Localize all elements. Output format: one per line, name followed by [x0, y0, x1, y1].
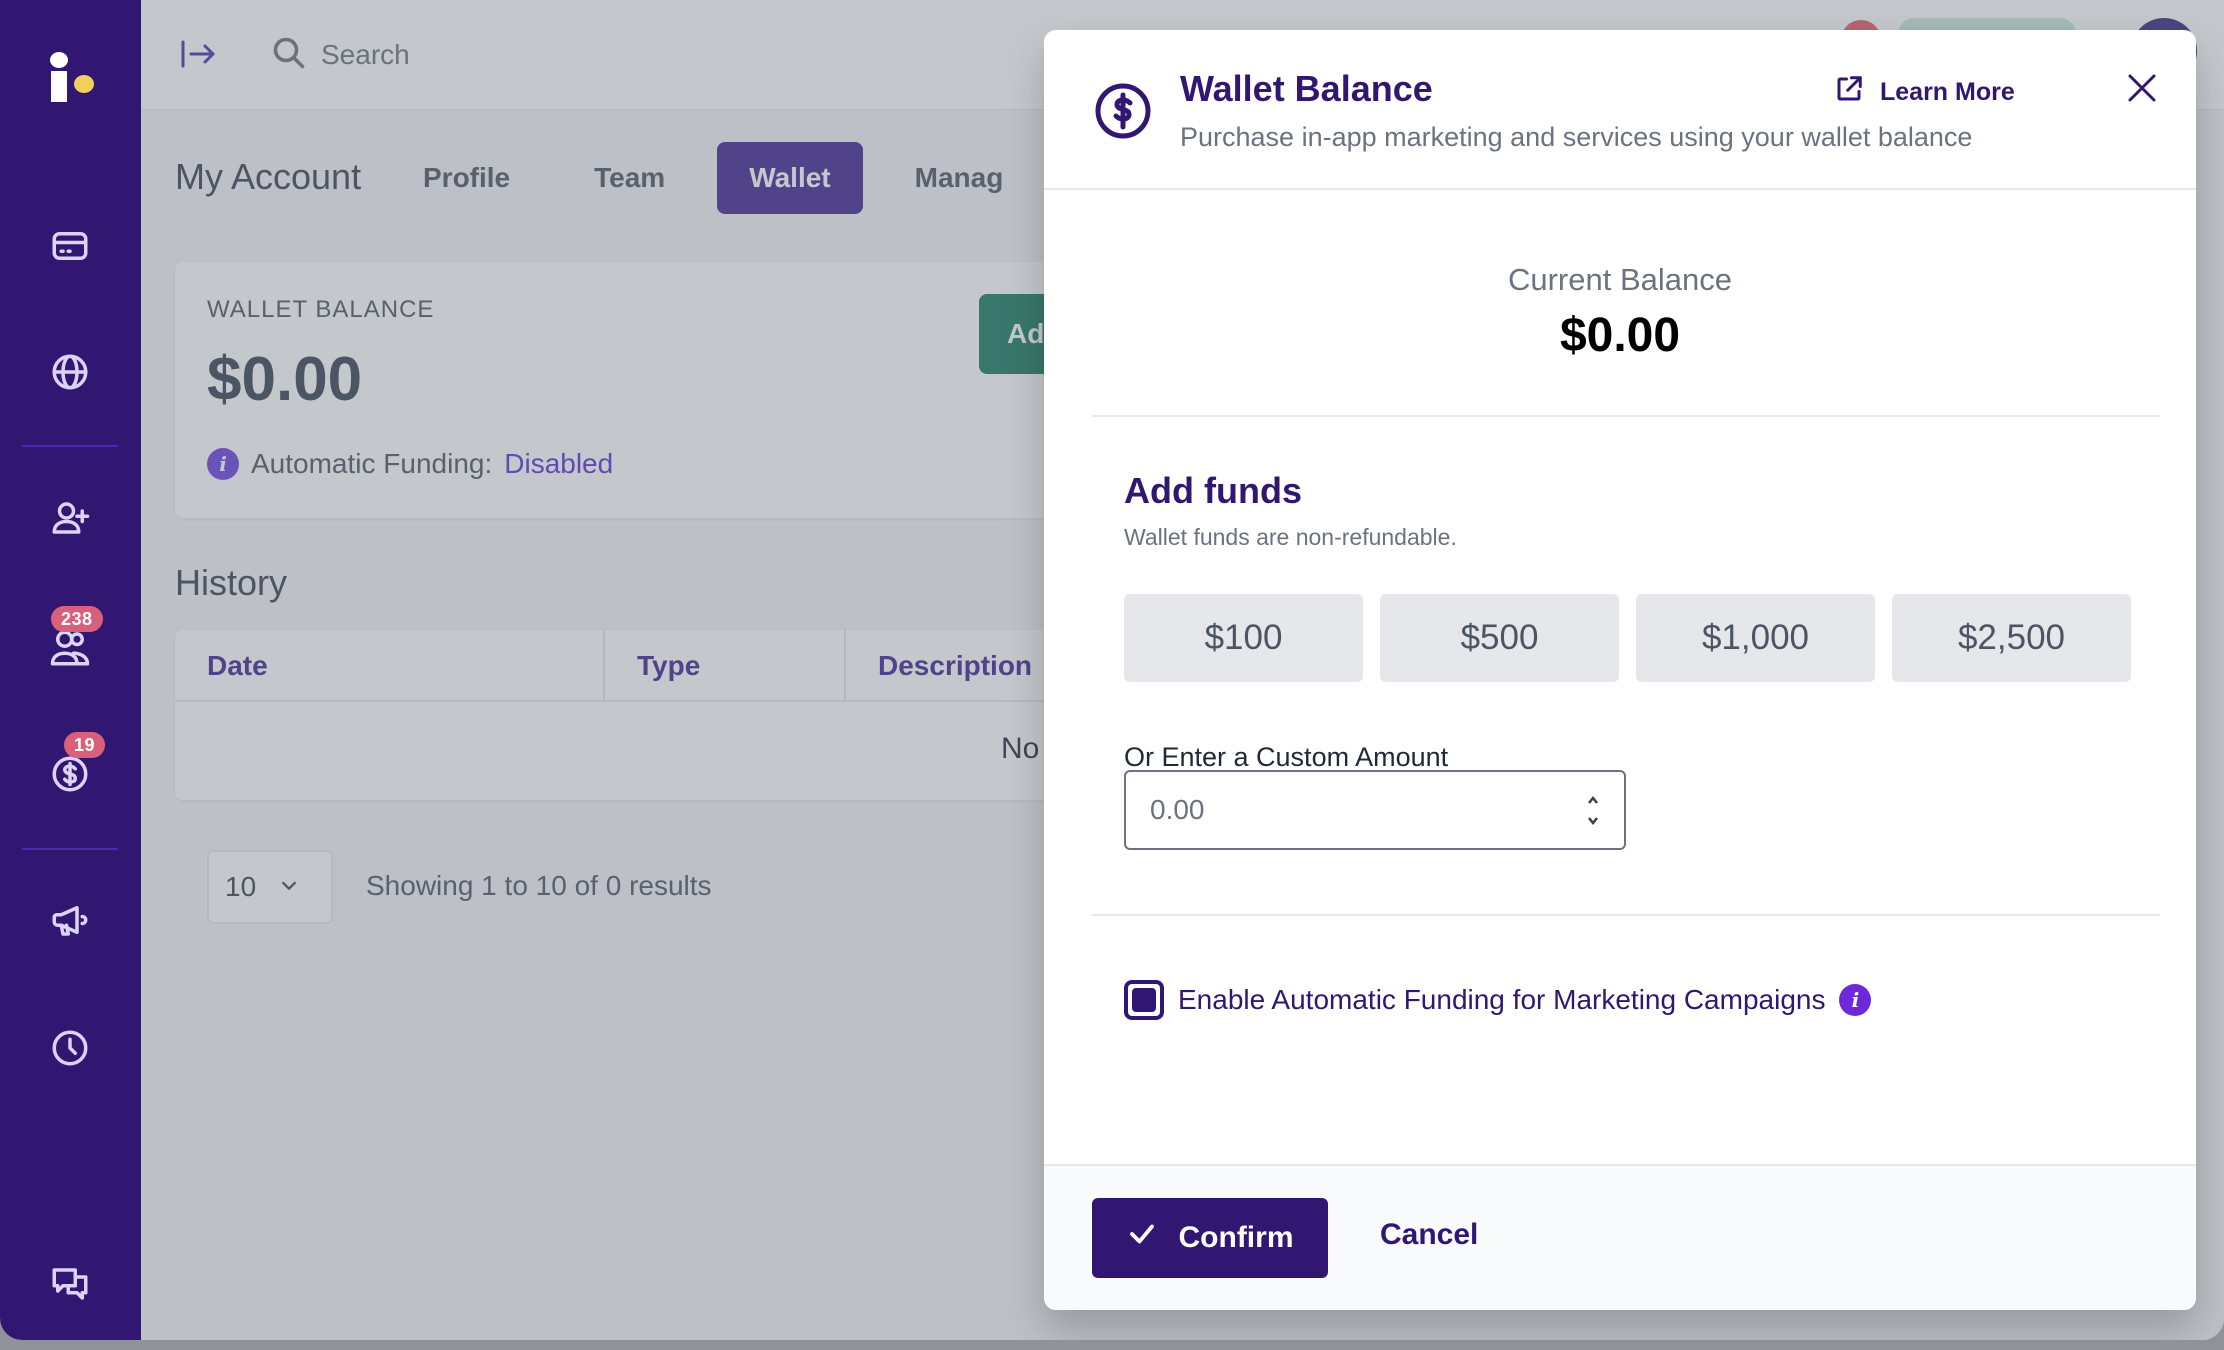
- cancel-button[interactable]: Cancel: [1380, 1218, 1478, 1252]
- sidebar-item-web[interactable]: [48, 352, 92, 396]
- sidebar-item-contacts[interactable]: [48, 628, 92, 672]
- payments-badge: 19: [64, 732, 106, 758]
- close-icon: [2124, 74, 2160, 110]
- sidebar-item-history[interactable]: [48, 1028, 92, 1072]
- custom-amount-input[interactable]: [1150, 794, 1550, 826]
- preset-1000-button[interactable]: $1,000: [1636, 594, 1875, 682]
- add-funds-title: Add funds: [1124, 470, 1302, 511]
- sidebar-divider: [22, 445, 118, 447]
- clock-icon: [49, 1027, 91, 1074]
- confirm-label: Confirm: [1178, 1221, 1294, 1254]
- wallet-balance-modal: Wallet Balance Purchase in-app marketing…: [1044, 30, 2196, 1310]
- logo[interactable]: [50, 52, 98, 116]
- preset-amounts: $100 $500 $1,000 $2,500: [1124, 594, 2131, 682]
- add-funds-note: Wallet funds are non-refundable.: [1124, 524, 1457, 550]
- app-window: 238 19 Search My Account Profile Team Wa…: [0, 0, 2224, 1340]
- modal-subtitle: Purchase in-app marketing and services u…: [1180, 122, 1973, 152]
- sidebar-item-billing[interactable]: [48, 226, 92, 270]
- globe-icon: [49, 351, 91, 398]
- automatic-funding-checkbox[interactable]: [1124, 980, 1164, 1020]
- users-icon: [49, 627, 91, 674]
- custom-amount-label: Or Enter a Custom Amount: [1124, 742, 1449, 772]
- user-plus-icon: [49, 497, 91, 544]
- modal-header: Wallet Balance Purchase in-app marketing…: [1044, 30, 2196, 190]
- modal-footer: Confirm Cancel: [1044, 1164, 2196, 1310]
- sidebar-item-chat[interactable]: [48, 1264, 92, 1308]
- check-icon: [1127, 1219, 1157, 1257]
- credit-card-icon: [49, 225, 91, 272]
- close-button[interactable]: [2124, 70, 2160, 106]
- preset-500-button[interactable]: $500: [1380, 594, 1619, 682]
- contacts-badge: 238: [51, 606, 103, 632]
- megaphone-icon: [49, 899, 91, 946]
- chevron-down-icon[interactable]: [1586, 813, 1600, 832]
- amount-stepper[interactable]: [1586, 794, 1600, 828]
- dollar-circle-icon: [1094, 82, 1152, 140]
- external-link-icon: [1834, 74, 1864, 111]
- divider: [1092, 914, 2160, 916]
- current-balance-value: $0.00: [1559, 309, 1681, 362]
- chat-icon: [49, 1263, 91, 1310]
- sidebar: 238 19: [0, 0, 141, 1340]
- current-balance-label: Current Balance: [1507, 262, 1732, 297]
- preset-2500-button[interactable]: $2,500: [1892, 594, 2131, 682]
- learn-more-link[interactable]: Learn More: [1834, 74, 2015, 111]
- sidebar-item-add-user[interactable]: [48, 498, 92, 542]
- automatic-funding-option: Enable Automatic Funding for Marketing C…: [1124, 980, 1872, 1020]
- sidebar-item-marketing[interactable]: [48, 900, 92, 944]
- learn-more-label: Learn More: [1880, 78, 2015, 106]
- divider: [1092, 415, 2160, 417]
- modal-title: Wallet Balance: [1180, 68, 1433, 109]
- custom-amount-field[interactable]: [1124, 770, 1626, 850]
- preset-100-button[interactable]: $100: [1124, 594, 1363, 682]
- sidebar-divider: [22, 848, 118, 850]
- dollar-circle-icon: [49, 753, 91, 800]
- sidebar-item-payments[interactable]: [48, 754, 92, 798]
- confirm-button[interactable]: Confirm: [1092, 1198, 1328, 1278]
- chevron-up-icon[interactable]: [1586, 794, 1600, 813]
- automatic-funding-option-label[interactable]: Enable Automatic Funding for Marketing C…: [1178, 984, 1825, 1016]
- info-icon[interactable]: i: [1839, 984, 1872, 1016]
